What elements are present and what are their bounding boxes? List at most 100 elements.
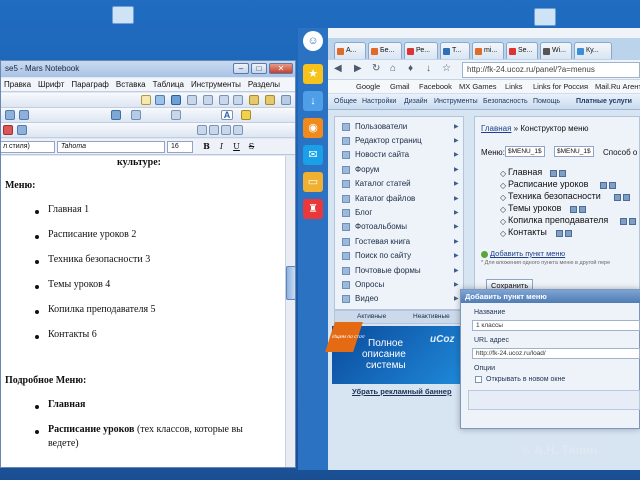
align-right-icon[interactable] [221,125,231,135]
undo-icon[interactable] [249,95,259,105]
back-icon[interactable]: ◀ [334,63,342,74]
item-actions[interactable] [556,230,572,237]
item-actions[interactable] [550,170,566,177]
browser-tab[interactable]: mi... [472,42,504,59]
bookmark-item[interactable]: Links for Россия [533,82,588,91]
open-icon[interactable] [155,95,165,105]
bookmark-item[interactable]: Links [505,82,523,91]
address-bar[interactable]: http://fk-24.ucoz.ru/panel/?a=menus [462,62,640,78]
highlight-icon[interactable] [241,110,251,120]
bookmark-item[interactable]: Google [356,82,380,91]
document-area[interactable]: культуре: Меню: Главная 1 Расписание уро… [1,156,285,467]
vertical-scrollbar[interactable] [285,156,295,467]
menu-item-label[interactable]: Главная [508,167,542,177]
align-center-icon[interactable] [209,125,219,135]
link-icon[interactable] [171,110,181,120]
lock-icon[interactable]: ♦ [408,63,413,74]
module-item[interactable]: Фотоальбомы [355,222,407,231]
maximize-button[interactable]: □ [251,63,267,74]
outdent-icon[interactable] [19,110,29,120]
new-window-checkbox[interactable] [475,376,482,383]
align-justify-icon[interactable] [233,125,243,135]
desktop-icon[interactable] [112,6,134,24]
admin-menu-item[interactable]: Безопасность [483,98,528,105]
notes-icon[interactable]: ▭ [303,172,323,192]
breadcrumb-home-link[interactable]: Главная [481,124,511,133]
bullets-icon[interactable] [3,125,13,135]
bookmark-item[interactable]: MX Games [459,82,497,91]
tab-active[interactable]: Активные [357,313,386,320]
browser-tab[interactable]: Т... [440,42,470,59]
module-item[interactable]: Гостевая книга [355,237,410,246]
font-size-combo[interactable]: 16 [167,141,193,153]
tab-inactive[interactable]: Неактивные [413,313,450,320]
cut-icon[interactable] [203,95,213,105]
module-item[interactable]: Форум [355,165,379,174]
indent-icon[interactable] [5,110,15,120]
module-item[interactable]: Опросы [355,280,384,289]
menu-table[interactable]: Таблица [150,78,188,91]
browser-tab[interactable]: Ку... [574,42,612,59]
module-item[interactable]: Новости сайта [355,150,409,159]
star-icon[interactable]: ★ [303,64,323,84]
chat-icon[interactable]: ✉ [303,145,323,165]
browser-tab[interactable]: А... [334,42,366,59]
add-menu-item-link[interactable]: Добавить пункт меню [481,249,565,258]
module-item[interactable]: Почтовые формы [355,266,421,275]
menu-sections[interactable]: Разделы [245,78,284,91]
module-item[interactable]: Редактор страниц [355,136,422,145]
insert-table-icon[interactable] [131,110,141,120]
paste-icon[interactable] [233,95,243,105]
redo-icon[interactable] [265,95,275,105]
rss-icon[interactable]: ◉ [303,118,323,138]
find-icon[interactable] [281,95,291,105]
strike-button[interactable]: S [246,141,257,152]
align-left-icon[interactable] [197,125,207,135]
item-actions[interactable] [600,182,616,189]
name-input[interactable]: 1 классы [472,320,640,331]
menu-code-field[interactable]: $MENU_1$ [554,146,594,157]
style-combo[interactable]: л стиля) [1,141,55,153]
copy-icon[interactable] [219,95,229,105]
download-icon[interactable]: ↓ [426,63,431,74]
close-button[interactable]: ✕ [269,63,293,74]
download-icon[interactable]: ↓ [303,91,323,111]
admin-menu-item[interactable]: Инструменты [434,98,478,105]
italic-button[interactable]: I [216,141,227,152]
module-item[interactable]: Видео [355,294,378,303]
module-item[interactable]: Поиск по сайту [355,251,411,260]
module-item[interactable]: Пользователи [355,122,407,131]
menu-insert[interactable]: Вставка [113,78,150,91]
forward-icon[interactable]: ▶ [354,63,362,74]
scrollbar-thumb[interactable] [286,266,295,300]
admin-menu-item[interactable]: Настройки [362,98,396,105]
font-color-icon[interactable]: A [221,110,233,120]
bookmark-item[interactable]: Facebook [419,82,452,91]
menu-font[interactable]: Шрифт [35,78,68,91]
admin-menu-item[interactable]: Общее [334,98,357,105]
menu-edit[interactable]: Правка [1,78,35,91]
smile-icon[interactable]: ☺ [303,31,323,51]
menu-code-field[interactable]: $MENU_1$ [505,146,545,157]
bookmark-item[interactable]: Gmail [390,82,410,91]
menu-item-label[interactable]: Расписание уроков [508,179,588,189]
reload-icon[interactable]: ↻ [372,63,380,74]
admin-menu-item[interactable]: Дизайн [404,98,428,105]
insert-image-icon[interactable] [111,110,121,120]
module-item[interactable]: Блог [355,208,372,217]
print-icon[interactable] [187,95,197,105]
url-input[interactable]: http://fk-24.ucoz.ru/load/ [472,348,640,359]
desktop-icon[interactable] [534,8,556,26]
games-icon[interactable]: ♜ [303,199,323,219]
browser-tab[interactable]: Se... [506,42,538,59]
admin-menu-item[interactable]: Помощь [533,98,560,105]
remove-banner-link[interactable]: Убрать рекламный баннер [352,387,452,396]
numbering-icon[interactable] [17,125,27,135]
item-actions[interactable] [570,206,586,213]
menu-tools[interactable]: Инструменты [188,78,245,91]
browser-tab[interactable]: Ре... [404,42,438,59]
underline-button[interactable]: U [231,141,242,152]
notebook-titlebar[interactable]: se5 - Mars Notebook – □ ✕ [1,61,295,77]
bookmark-item[interactable]: Mail.Ru Агент [595,82,640,91]
menu-item-label[interactable]: Темы уроков [508,203,561,213]
